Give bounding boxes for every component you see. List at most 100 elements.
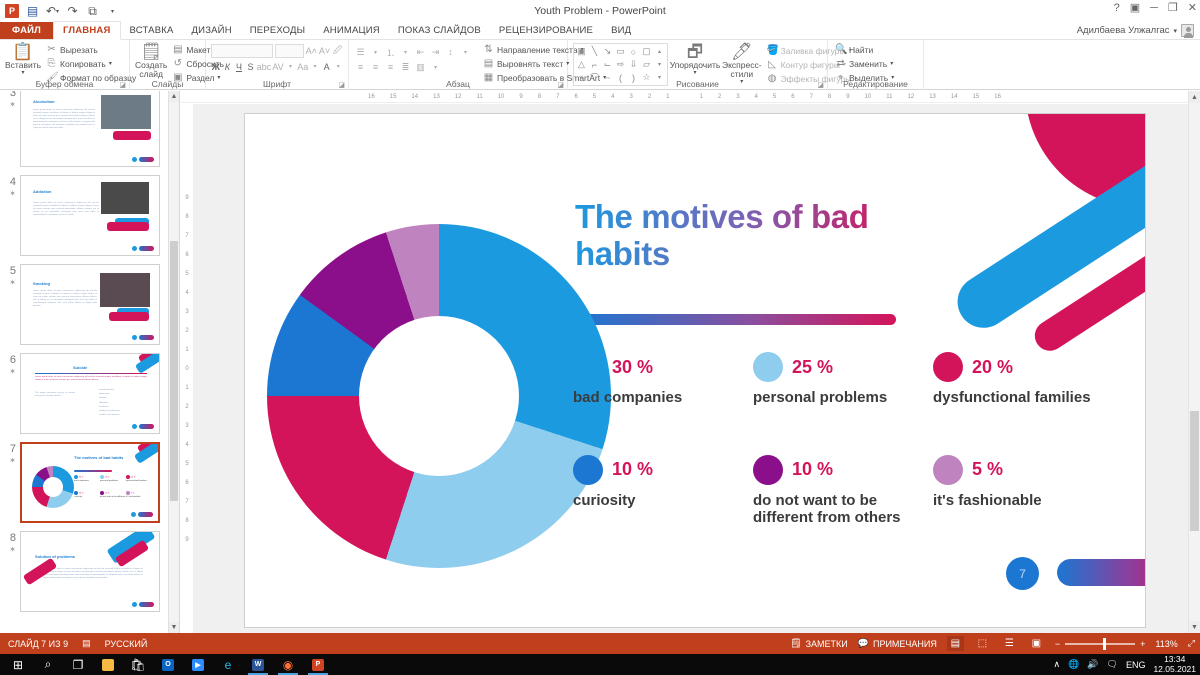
restore-button[interactable]: ❐ — [1168, 1, 1178, 14]
minimize-button[interactable]: ─ — [1150, 2, 1158, 14]
avatar[interactable] — [1181, 24, 1194, 37]
word-icon[interactable]: W — [243, 654, 273, 675]
current-slide[interactable]: The motives of bad habits 30 % bad compa… — [245, 114, 1145, 627]
tab-slideshow[interactable]: ПОКАЗ СЛАЙДОВ — [389, 22, 490, 39]
canvas-scrollbar[interactable]: ▲ ▼ — [1188, 91, 1200, 633]
increase-indent-icon[interactable]: ⇥ — [429, 46, 442, 58]
shape-flowchart-icon[interactable]: ▱ — [640, 58, 653, 71]
slide-counter[interactable]: СЛАЙД 7 ИЗ 9 — [8, 639, 68, 649]
new-slide-button[interactable]: 🗒 Создать слайд — [135, 43, 167, 84]
paste-button[interactable]: 📋 Вставить ▾ — [5, 43, 41, 84]
chevron-down-icon[interactable]: ▾ — [459, 46, 472, 58]
cut-button[interactable]: ✂ Вырезать — [44, 43, 138, 56]
underline-icon[interactable]: Ч — [234, 60, 244, 73]
tab-animations[interactable]: АНИМАЦИЯ — [314, 22, 389, 39]
slideshow-button[interactable]: ▣ — [1028, 636, 1045, 651]
increase-font-size-icon[interactable]: A˄ — [306, 45, 317, 58]
shape-rounded-rect-icon[interactable]: ▢ — [640, 45, 653, 58]
shapes-scroll-down-icon[interactable]: ▾ — [653, 58, 666, 71]
user-account[interactable]: Адилбаева Улжалгас ▾ — [1077, 24, 1194, 37]
strikethrough-icon[interactable]: abc — [257, 60, 270, 73]
tab-view[interactable]: ВИД — [602, 22, 640, 39]
start-button[interactable]: ⊞ — [3, 654, 33, 675]
copy-button[interactable]: ⎘ Копировать ▾ — [44, 57, 138, 70]
thumbnail-slide-7[interactable]: The motives of bad habits 30 %bad compan… — [20, 442, 160, 523]
zoom-knob[interactable] — [1103, 638, 1106, 650]
shape-rectangle-icon[interactable]: ▭ — [614, 45, 627, 58]
slide-title[interactable]: The motives of bad habits — [575, 199, 925, 273]
shape-arrow-icon[interactable]: ↘ — [601, 45, 614, 58]
font-size-input[interactable] — [275, 44, 303, 58]
notes-button[interactable]: 🗒 ЗАМЕТКИ — [790, 638, 848, 649]
zoom-app-icon[interactable]: ▶ — [183, 654, 213, 675]
zoom-level[interactable]: 113% — [1155, 639, 1177, 649]
chevron-down-icon[interactable]: ▾ — [310, 60, 320, 73]
thumbnail-item[interactable]: 4✶ Addiction Lorem ipsum dolor sit amet … — [0, 175, 172, 256]
shape-elbow-icon[interactable]: ⌐ — [588, 58, 601, 71]
shape-oval-icon[interactable]: ○ — [627, 45, 640, 58]
chevron-down-icon[interactable]: ▾ — [333, 60, 343, 73]
volume-icon[interactable]: 🔊 — [1087, 659, 1098, 670]
scroll-up-icon[interactable]: ▲ — [1189, 91, 1200, 103]
shadow-icon[interactable]: S — [246, 60, 256, 73]
replace-button[interactable]: ⇄ Заменить ▾ — [833, 57, 896, 70]
legend-item[interactable]: 10 % curiosity — [573, 455, 753, 527]
scroll-up-icon[interactable]: ▲ — [169, 91, 179, 102]
slide-canvas-area[interactable]: The motives of bad habits 30 % bad compa… — [194, 104, 1188, 633]
chevron-down-icon[interactable]: ▾ — [22, 70, 25, 76]
chevron-down-icon[interactable]: ▾ — [286, 60, 296, 73]
tab-insert[interactable]: ВСТАВКА — [121, 22, 183, 39]
justify-icon[interactable]: ≣ — [399, 61, 412, 73]
language-indicator[interactable]: РУССКИЙ — [105, 639, 148, 649]
font-name-input[interactable] — [211, 44, 273, 58]
zoom-out-button[interactable]: − — [1055, 639, 1060, 649]
edge-icon[interactable]: e — [213, 654, 243, 675]
bold-icon[interactable]: Ж — [211, 60, 221, 73]
thumbnail-slide-3[interactable]: Alcoholism Lorem ipsum dolor sit amet co… — [20, 91, 160, 167]
decrease-font-size-icon[interactable]: A˅ — [319, 45, 330, 58]
thumbnail-item[interactable]: 5✶ Smoking Lorem ipsum dolor sit amet co… — [0, 264, 172, 345]
zoom-track[interactable] — [1065, 643, 1135, 645]
help-button[interactable]: ? — [1114, 2, 1120, 14]
tab-transitions[interactable]: ПЕРЕХОДЫ — [241, 22, 314, 39]
task-view-icon[interactable]: ❐ — [63, 654, 93, 675]
microsoft-store-icon[interactable]: 🛍 — [123, 654, 153, 675]
thumbnail-item[interactable]: 7✶ The motives of bad habits 30 %bad com… — [0, 442, 172, 523]
chevron-down-icon[interactable]: ▾ — [1173, 27, 1177, 35]
bullets-icon[interactable]: ☰ — [354, 46, 367, 58]
numbering-icon[interactable]: ⒈ — [384, 46, 397, 58]
spellcheck-icon[interactable]: ▤ — [82, 638, 91, 649]
legend-item[interactable]: 5 % it's fashionable — [933, 455, 1133, 527]
file-explorer-icon[interactable] — [93, 654, 123, 675]
font-color-icon[interactable]: A — [322, 60, 332, 73]
columns-icon[interactable]: ▥ — [414, 61, 427, 73]
decrease-indent-icon[interactable]: ⇤ — [414, 46, 427, 58]
drawing-dialog-launcher[interactable]: ◪ — [817, 81, 824, 89]
shape-line-icon[interactable]: ╲ — [588, 45, 601, 58]
paragraph-dialog-launcher[interactable]: ◪ — [557, 81, 564, 89]
align-center-icon[interactable]: ≡ — [369, 61, 382, 73]
ribbon-display-options-button[interactable]: ▣ — [1130, 1, 1140, 14]
font-dialog-launcher[interactable]: ◪ — [338, 81, 345, 89]
thumbnails-scrollbar[interactable]: ▲ ▼ — [168, 91, 179, 633]
legend-item[interactable]: 20 % dysfunctional families — [933, 352, 1133, 407]
thumbnail-item[interactable]: 3✶ Alcoholism Lorem ipsum dolor sit amet… — [0, 91, 172, 167]
chevron-down-icon[interactable]: ▾ — [693, 70, 696, 76]
clear-formatting-icon[interactable]: 🖉 — [332, 45, 343, 58]
chevron-down-icon[interactable]: ▾ — [399, 46, 412, 58]
powerpoint-icon[interactable]: P — [303, 654, 333, 675]
close-button[interactable]: ✕ — [1188, 1, 1197, 14]
tab-file[interactable]: ФАЙЛ — [0, 22, 53, 39]
legend-item[interactable]: 25 % personal problems — [753, 352, 933, 407]
align-right-icon[interactable]: ≡ — [384, 61, 397, 73]
slide-sorter-button[interactable]: ⬚ — [974, 636, 991, 651]
change-case-icon[interactable]: Aa — [297, 60, 308, 73]
tab-review[interactable]: РЕЦЕНЗИРОВАНИЕ — [490, 22, 602, 39]
shape-triangle-icon[interactable]: △ — [575, 58, 588, 71]
chevron-down-icon[interactable]: ▾ — [369, 46, 382, 58]
legend-item[interactable]: 10 % do not want to be different from ot… — [753, 455, 933, 527]
character-spacing-icon[interactable]: AV — [272, 60, 283, 73]
thumbnail-slide-4[interactable]: Addiction Lorem ipsum dolor sit amet con… — [20, 175, 160, 256]
tab-home[interactable]: ГЛАВНАЯ — [53, 21, 121, 40]
search-icon[interactable]: ⌕ — [33, 654, 63, 675]
